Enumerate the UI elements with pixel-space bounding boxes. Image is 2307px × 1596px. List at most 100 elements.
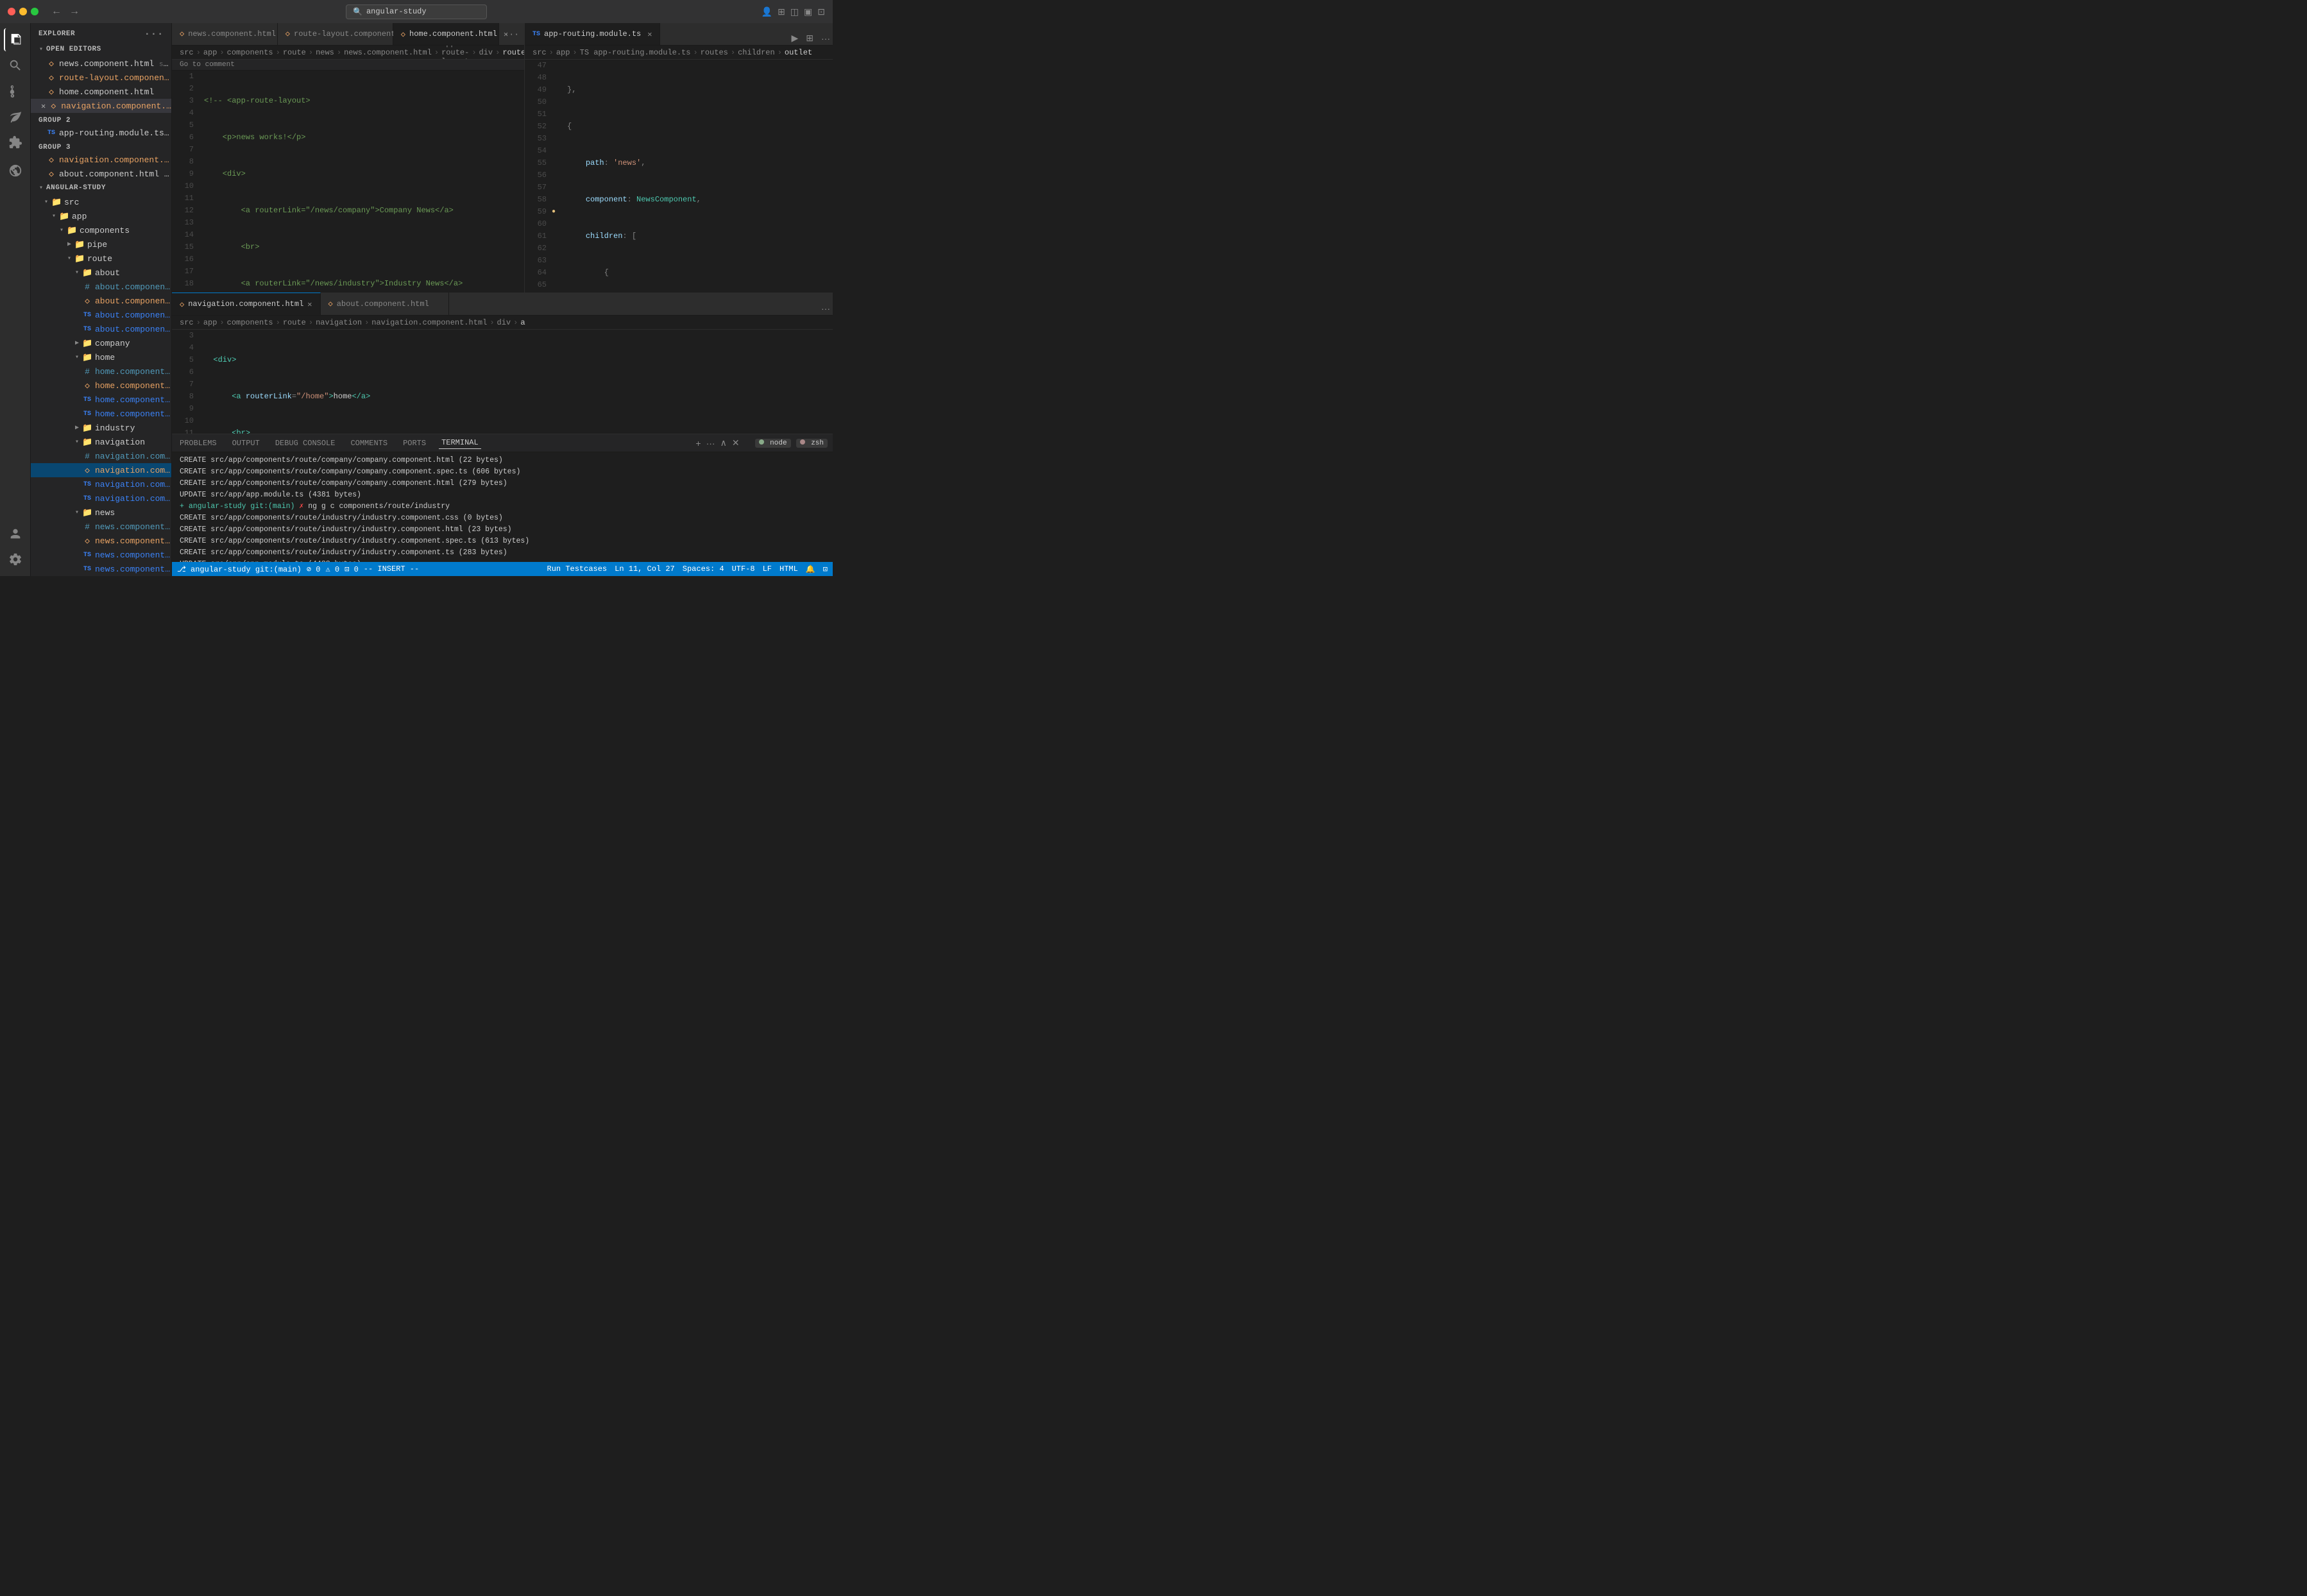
more-tabs-icon[interactable]: ··· (499, 30, 524, 39)
home-ts[interactable]: TS home.component.ts (31, 407, 171, 421)
home-folder[interactable]: ▾ 📁 home (31, 350, 171, 364)
terminal-expand-button[interactable]: ∧ (720, 437, 727, 448)
news-folder[interactable]: ▾ 📁 news (31, 505, 171, 520)
news-html[interactable]: ◇ news.component.html (31, 534, 171, 548)
add-terminal-button[interactable]: + (695, 437, 701, 448)
terminal-close-button[interactable]: ✕ (732, 437, 740, 448)
home-ts-label: home.component.ts (95, 409, 171, 419)
news-ts[interactable]: TS news.component.ts (31, 562, 171, 576)
zsh-indicator[interactable]: zsh (796, 439, 828, 448)
app-folder[interactable]: ▾ 📁 app (31, 209, 171, 223)
tab-route-layout[interactable]: ◇ route-layout.component.html ✕ (278, 23, 393, 45)
gutter: ● (552, 60, 562, 293)
nav-html[interactable]: ◇ navigation.component.html (31, 463, 171, 477)
tab-news-component[interactable]: ◇ news.component.html ✕ (172, 23, 278, 45)
group3-about[interactable]: ◇ about.component.html src/app... (31, 167, 171, 181)
nav-spec[interactable]: TS navigation.component.spec.ts (31, 477, 171, 491)
route-folder[interactable]: ▾ 📁 route (31, 251, 171, 266)
tab-home-component[interactable]: ◇ home.component.html ✕ (393, 23, 499, 45)
bottom-more-button[interactable]: ··· (819, 302, 833, 315)
back-button[interactable]: ← (49, 4, 64, 19)
about-folder[interactable]: ▾ 📁 about (31, 266, 171, 280)
files-activity-icon[interactable] (4, 28, 27, 51)
terminal-more-button[interactable]: ··· (706, 437, 715, 448)
extensions-activity-icon[interactable] (4, 131, 27, 154)
tab-comments[interactable]: COMMENTS (348, 437, 390, 449)
encoding-status[interactable]: UTF-8 (732, 565, 755, 573)
home-html-label: home.component.html (95, 381, 171, 391)
about-html[interactable]: ◇ about.component.html (31, 294, 171, 308)
tab-nav-close[interactable]: ✕ (307, 300, 312, 309)
components-folder[interactable]: ▾ 📁 components (31, 223, 171, 237)
explorer-menu-icon[interactable]: ··· (144, 28, 164, 40)
tab-app-routing[interactable]: TS app-routing.module.ts ✕ (525, 23, 660, 45)
nav-ts[interactable]: TS navigation.component.ts (31, 491, 171, 505)
layout2-icon[interactable]: ◫ (790, 6, 799, 17)
settings-activity-icon[interactable] (4, 548, 27, 571)
about-css[interactable]: # about.component.css (31, 280, 171, 294)
tab-routing-close[interactable]: ✕ (647, 30, 652, 39)
open-editor-navigation[interactable]: ✕ ◇ navigation.component.html sr... (31, 99, 171, 113)
news-css[interactable]: # news.component.css (31, 520, 171, 534)
angular-study-toggle[interactable]: ▾ ANGULAR-STUDY (31, 181, 171, 195)
open-editor-route-label: route-layout.component.html... (59, 73, 171, 83)
run-testcases-status[interactable]: Run Testcases (547, 565, 608, 573)
eol-status[interactable]: LF (763, 565, 772, 573)
tab-debug-console[interactable]: DEBUG CONSOLE (273, 437, 338, 449)
accounts-activity-icon[interactable] (4, 522, 27, 545)
remote-activity-icon[interactable] (4, 159, 27, 182)
spaces-status[interactable]: Spaces: 4 (683, 565, 724, 573)
home-html[interactable]: ◇ home.component.html (31, 378, 171, 393)
tab-output[interactable]: OUTPUT (230, 437, 262, 449)
open-editor-route-layout[interactable]: ◇ route-layout.component.html... (31, 71, 171, 85)
more-actions-button[interactable]: ··· (819, 32, 833, 45)
src-folder[interactable]: ▾ 📁 src (31, 195, 171, 209)
git-branch-status[interactable]: ⎇ angular-study git:(main) (177, 565, 302, 574)
split-editor-button[interactable]: ⊞ (803, 31, 816, 45)
run-activity-icon[interactable] (4, 105, 27, 128)
tab-navigation-html[interactable]: ◇ navigation.component.html ✕ (172, 293, 321, 315)
about-spec[interactable]: TS about.component.spec.ts (31, 308, 171, 322)
chevron-down-icon7: ▾ (72, 438, 82, 446)
tab-terminal[interactable]: TERMINAL (439, 437, 481, 449)
news-ts-label: news.component.ts (95, 565, 171, 574)
open-editor-home[interactable]: ◇ home.component.html (31, 85, 171, 99)
company-folder[interactable]: ▶ 📁 company (31, 336, 171, 350)
node-indicator[interactable]: node (755, 439, 791, 448)
prompt-text: angular-study git:(main) (189, 502, 295, 511)
close-button[interactable] (8, 8, 15, 15)
nav-css[interactable]: # navigation.component.css (31, 449, 171, 463)
search-activity-icon[interactable] (4, 54, 27, 77)
layout-icon[interactable]: ⊞ (778, 6, 785, 17)
open-editors-toggle[interactable]: ▾ OPEN EDITORS (31, 42, 171, 56)
tab-about-html[interactable]: ◇ about.component.html (321, 293, 449, 315)
top-left-tab-bar: ◇ news.component.html ✕ ◇ route-layout.c… (172, 23, 524, 46)
home-spec[interactable]: TS home.component.spec.ts (31, 393, 171, 407)
home-css[interactable]: # home.component.css (31, 364, 171, 378)
layout3-icon[interactable]: ▣ (804, 6, 812, 17)
open-editor-news[interactable]: ◇ news.component.html src/app/... (31, 56, 171, 71)
maximize-button[interactable] (31, 8, 38, 15)
minimize-button[interactable] (19, 8, 27, 15)
layout4-icon[interactable]: ⊡ (817, 6, 825, 17)
cursor-position-status[interactable]: Ln 11, Col 27 (615, 565, 675, 573)
global-search[interactable]: 🔍 angular-study (346, 4, 487, 19)
navigation-folder[interactable]: ▾ 📁 navigation (31, 435, 171, 449)
tab-problems[interactable]: PROBLEMS (177, 437, 219, 449)
close-icon[interactable]: ✕ (41, 101, 46, 111)
group2-routing[interactable]: TS app-routing.module.ts src/app (31, 126, 171, 140)
pipe-folder[interactable]: ▶ 📁 pipe (31, 237, 171, 251)
group3-nav[interactable]: ◇ navigation.component.html sr... (31, 153, 171, 167)
news-spec[interactable]: TS news.component.spec.ts (31, 548, 171, 562)
language-status[interactable]: HTML (779, 565, 798, 573)
run-button[interactable]: ▶ (788, 31, 801, 45)
about-ts[interactable]: TS about.component.ts (31, 322, 171, 336)
account-icon[interactable]: 👤 (762, 6, 772, 17)
tab-ports[interactable]: PORTS (400, 437, 429, 449)
layout-status-icon[interactable]: ⊡ (823, 565, 828, 574)
left-code-panel: ◇ news.component.html ✕ ◇ route-layout.c… (172, 23, 525, 293)
industry-folder[interactable]: ▶ 📁 industry (31, 421, 171, 435)
forward-button[interactable]: → (67, 4, 82, 19)
source-control-activity-icon[interactable] (4, 80, 27, 103)
notifications-icon[interactable]: 🔔 (806, 565, 815, 574)
